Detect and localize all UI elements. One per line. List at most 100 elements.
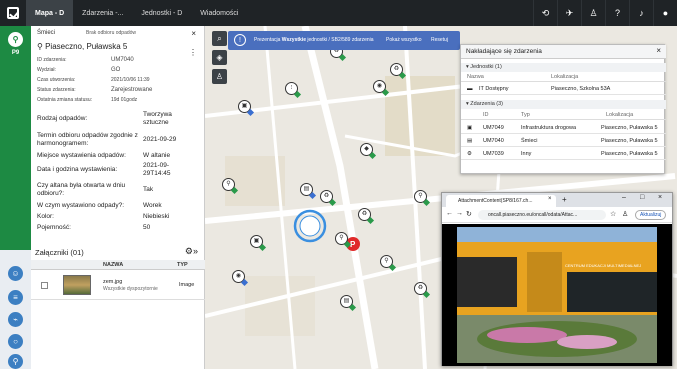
chat-icon[interactable]: ○ [8, 334, 23, 349]
incident-address: ⚲ Piaseczno, Puławska 5 [37, 42, 127, 51]
close-icon[interactable]: × [656, 46, 661, 55]
event-id: UM7040 [483, 138, 504, 144]
update-button[interactable]: Aktualizuj [635, 210, 667, 220]
field-label: Czas utworzenia: [37, 77, 76, 83]
history-icon[interactable]: ⟲ [533, 0, 557, 26]
forward-icon[interactable]: → [456, 210, 463, 217]
location-icon[interactable]: ⚲ [8, 354, 23, 369]
bin-marker[interactable]: ▤ [300, 183, 313, 196]
attachments-panel: Załączniki (01) ⚙» NAZWA TYP zem.jpg Wsz… [31, 242, 205, 369]
more-options-icon[interactable]: ⋮ [189, 49, 197, 57]
maximize-icon[interactable]: □ [640, 194, 644, 201]
user-status-icon[interactable]: ♙ [581, 0, 605, 26]
tab-units[interactable]: Jednostki - D [132, 0, 191, 26]
form-value: Tak [143, 186, 154, 193]
incident-marker[interactable]: ◉ [373, 80, 386, 93]
new-tab-icon[interactable]: + [562, 195, 567, 204]
incident-marker[interactable]: ⚲ [222, 178, 235, 191]
profile-icon[interactable]: ♙ [622, 210, 628, 218]
filter-rest: jednostki / SB2/589 zdarzenia [305, 37, 374, 43]
back-icon[interactable]: ← [446, 210, 453, 217]
other-icon: ⚙ [467, 151, 472, 157]
unit-label: P9 [11, 50, 20, 56]
events-column-header: ID Typ Lokalizacja [461, 111, 666, 120]
profile-icon[interactable]: ● [653, 0, 677, 26]
incident-marker[interactable]: ♻ [358, 208, 371, 221]
tab-close-icon[interactable]: × [548, 196, 552, 202]
tab-map[interactable]: Mapa - D [26, 0, 74, 26]
attachment-icon[interactable]: ⌁ [8, 312, 23, 327]
event-location: Piaseczno, Puławska 5 [601, 151, 658, 157]
incident-filter-bar: ! Prezentacja Wszystkie jednostki / SB2/… [228, 31, 460, 50]
people-icon[interactable]: ☺ [8, 266, 23, 281]
browser-tabbar: AttachmentContent(SP8/167.ch... × + – □ … [442, 193, 672, 207]
list-item[interactable]: ▬ IT Dostępny Piaseczno, Szkolna 53A [461, 83, 666, 95]
col-unit-location: Lokalizacja [551, 74, 579, 80]
table-row[interactable]: ⚙ UM7039 Inny Piaseczno, Puławska 5 [461, 148, 666, 160]
col-name[interactable]: NAZWA [103, 262, 123, 268]
events-panel-title: Nakładające się zdarzenia [466, 48, 542, 55]
incident-marker[interactable]: ▤ [340, 295, 353, 308]
person-icon[interactable]: ♙ [212, 69, 227, 84]
tab-messages[interactable]: Wiadomości [191, 0, 247, 26]
table-row[interactable]: ▤ UM7040 Śmieci Piaseczno, Puławska 5 [461, 135, 666, 147]
show-all-button[interactable]: Pokaż wszystko [386, 37, 422, 43]
incident-marker[interactable]: ⚲ [380, 255, 393, 268]
filter-bold: Wszystkie [281, 37, 306, 43]
row-checkbox[interactable] [41, 282, 48, 289]
incident-marker[interactable]: ▣ [238, 100, 251, 113]
reset-button[interactable]: Resetuj [431, 37, 448, 43]
overlapping-events-panel: Nakładające się zdarzenia × ▾ Jednostki … [460, 44, 666, 174]
filter-prefix: Prezentacja [254, 37, 282, 43]
bookmark-star-icon[interactable]: ☆ [610, 210, 616, 218]
incident-marker[interactable]: ◆ [360, 143, 373, 156]
notification-icon[interactable]: ♪ [629, 0, 653, 26]
close-icon[interactable]: × [191, 29, 196, 38]
col-location: Lokalizacja [606, 112, 634, 118]
traffic-light-marker[interactable]: ⁝ [285, 82, 298, 95]
table-row[interactable]: ▣ UM7049 Infrastruktura drogowa Piaseczn… [461, 122, 666, 134]
event-location: Piaseczno, Puławska 5 [601, 138, 658, 144]
incident-marker[interactable]: ♻ [390, 63, 403, 76]
alert-icon[interactable]: ✈ [557, 0, 581, 26]
col-type[interactable]: TYP [177, 262, 188, 268]
units-group[interactable]: ▾ Jednostki (1) [461, 63, 666, 72]
incident-marker[interactable]: ⚲ [335, 232, 348, 245]
incident-category: Śmieci [37, 30, 56, 36]
attachments-header: NAZWA TYP [31, 260, 205, 270]
form-value: 2021-09-29T14:45 [143, 162, 171, 177]
browser-tab[interactable]: AttachmentContent(SP8/167.ch... [446, 195, 556, 207]
minimize-icon[interactable]: – [622, 194, 626, 201]
window-close-icon[interactable]: × [658, 194, 662, 201]
event-type: Inny [521, 151, 532, 157]
incident-marker[interactable]: ♻ [414, 282, 427, 295]
bin-marker[interactable]: ♻ [320, 190, 333, 203]
building-photo: CENTRUM EDUKACJI MULTIMEDIALNEJ [457, 227, 657, 363]
incident-marker[interactable]: ◉ [232, 270, 245, 283]
col-type: Typ [521, 112, 530, 118]
reload-icon[interactable]: ↻ [466, 210, 472, 218]
events-group[interactable]: ▾ Zdarzenia (3) [461, 100, 666, 109]
side-toolbar: ☺ ≡ ⌁ ○ ⚲ [0, 250, 31, 369]
field-label: Status zdarzenia: [37, 87, 76, 93]
url-field[interactable]: oncall.piaseczno.eu/oncall/odata/Attac..… [478, 210, 606, 220]
search-icon[interactable]: ⌕ [212, 31, 227, 46]
incident-marker[interactable]: ⚲ [414, 190, 427, 203]
location-pin-icon: ⚲ [37, 42, 46, 51]
units-column-header: Nazwa Lokalizacja [461, 73, 666, 82]
list-icon[interactable]: ≡ [8, 290, 23, 305]
layers-icon[interactable]: ◈ [212, 50, 227, 65]
tab-incidents[interactable]: Zdarzenia -... [73, 0, 132, 26]
form-label: Data i godzina wystawienia: [37, 166, 118, 173]
unit-avatar-icon[interactable]: ⚲ [8, 32, 23, 47]
form-label: Rodzaj odpadów: [37, 115, 88, 122]
incident-marker[interactable]: ▣ [250, 235, 263, 248]
table-row[interactable]: zem.jpg Wszystkie dyspozytornie Image [31, 272, 205, 300]
settings-gear-icon[interactable]: ⚙» [185, 246, 198, 257]
incident-icon: ▣ [467, 125, 473, 131]
attachment-thumbnail[interactable] [63, 275, 91, 295]
incident-filter-text: Prezentacja Wszystkie jednostki / SB2/58… [254, 37, 374, 43]
help-icon[interactable]: ? [605, 0, 629, 26]
field-value: UM7040 [111, 57, 134, 63]
field-label: Ostatnia zmiana statusu: [37, 97, 93, 103]
